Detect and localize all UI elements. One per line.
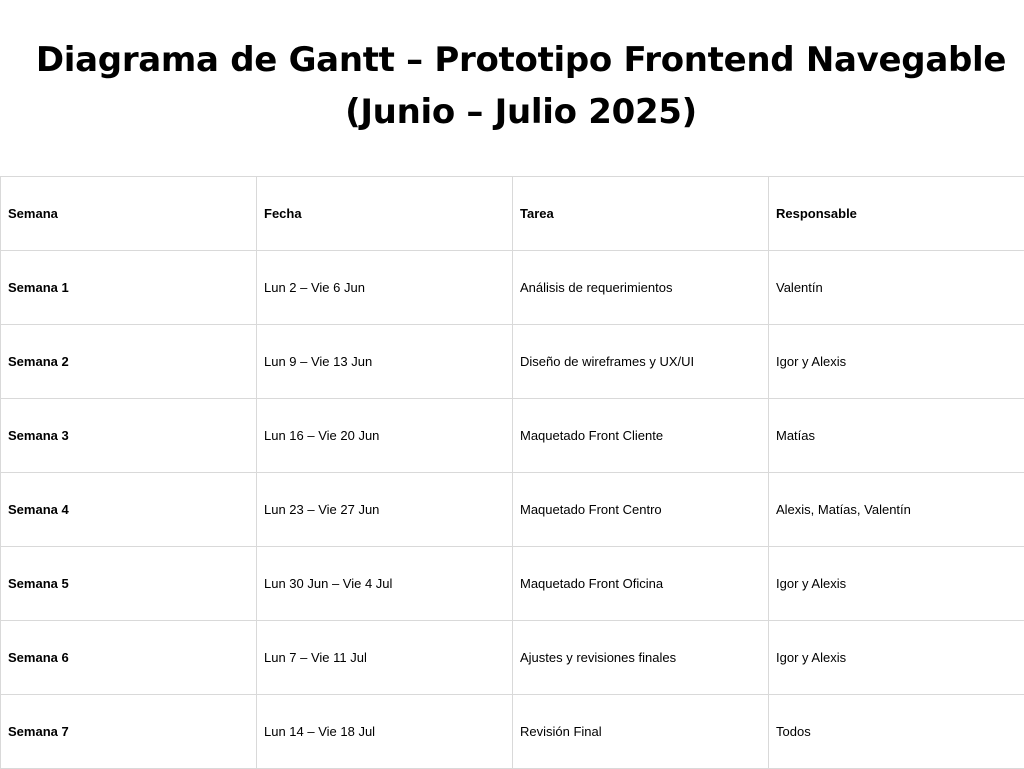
cell-responsable: Igor y Alexis [769, 621, 1024, 695]
header-responsable: Responsable [769, 177, 1024, 251]
title-line-1: Diagrama de Gantt – Prototipo Frontend N… [0, 34, 1024, 86]
header-semana: Semana [1, 177, 257, 251]
table-row: Semana 1 Lun 2 – Vie 6 Jun Análisis de r… [1, 251, 1024, 325]
cell-semana: Semana 3 [1, 399, 257, 473]
cell-semana: Semana 1 [1, 251, 257, 325]
table-row: Semana 3 Lun 16 – Vie 20 Jun Maquetado F… [1, 399, 1024, 473]
table-row: Semana 5 Lun 30 Jun – Vie 4 Jul Maquetad… [1, 547, 1024, 621]
cell-semana: Semana 2 [1, 325, 257, 399]
cell-tarea: Maquetado Front Cliente [513, 399, 769, 473]
cell-responsable: Alexis, Matías, Valentín [769, 473, 1024, 547]
cell-semana: Semana 7 [1, 695, 257, 769]
cell-tarea: Análisis de requerimientos [513, 251, 769, 325]
cell-responsable: Igor y Alexis [769, 325, 1024, 399]
table-row: Semana 2 Lun 9 – Vie 13 Jun Diseño de wi… [1, 325, 1024, 399]
cell-semana: Semana 4 [1, 473, 257, 547]
cell-semana: Semana 6 [1, 621, 257, 695]
cell-fecha: Lun 16 – Vie 20 Jun [257, 399, 513, 473]
cell-fecha: Lun 30 Jun – Vie 4 Jul [257, 547, 513, 621]
cell-fecha: Lun 14 – Vie 18 Jul [257, 695, 513, 769]
cell-fecha: Lun 9 – Vie 13 Jun [257, 325, 513, 399]
gantt-table: Semana Fecha Tarea Responsable Semana 1 … [0, 176, 1024, 769]
cell-semana: Semana 5 [1, 547, 257, 621]
header-tarea: Tarea [513, 177, 769, 251]
cell-tarea: Maquetado Front Centro [513, 473, 769, 547]
table-header-row: Semana Fecha Tarea Responsable [1, 177, 1024, 251]
cell-tarea: Ajustes y revisiones finales [513, 621, 769, 695]
cell-tarea: Revisión Final [513, 695, 769, 769]
cell-fecha: Lun 2 – Vie 6 Jun [257, 251, 513, 325]
cell-responsable: Matías [769, 399, 1024, 473]
title-line-2: (Junio – Julio 2025) [0, 86, 1024, 138]
cell-fecha: Lun 7 – Vie 11 Jul [257, 621, 513, 695]
gantt-table-container: Semana Fecha Tarea Responsable Semana 1 … [0, 176, 1024, 769]
cell-responsable: Valentín [769, 251, 1024, 325]
cell-responsable: Igor y Alexis [769, 547, 1024, 621]
cell-tarea: Maquetado Front Oficina [513, 547, 769, 621]
table-row: Semana 7 Lun 14 – Vie 18 Jul Revisión Fi… [1, 695, 1024, 769]
page-title: Diagrama de Gantt – Prototipo Frontend N… [0, 34, 1024, 138]
header-fecha: Fecha [257, 177, 513, 251]
cell-tarea: Diseño de wireframes y UX/UI [513, 325, 769, 399]
cell-fecha: Lun 23 – Vie 27 Jun [257, 473, 513, 547]
cell-responsable: Todos [769, 695, 1024, 769]
table-row: Semana 4 Lun 23 – Vie 27 Jun Maquetado F… [1, 473, 1024, 547]
table-row: Semana 6 Lun 7 – Vie 11 Jul Ajustes y re… [1, 621, 1024, 695]
